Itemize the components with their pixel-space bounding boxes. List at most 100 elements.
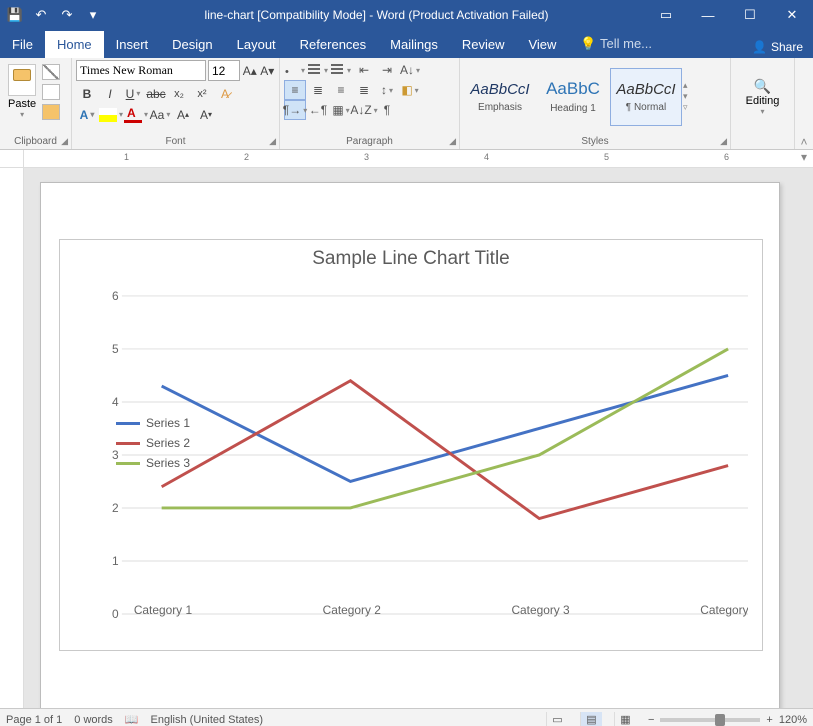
maximize-icon[interactable]: ☐: [729, 0, 771, 30]
zoom-out-icon[interactable]: −: [648, 714, 654, 726]
tab-insert[interactable]: Insert: [104, 31, 161, 58]
status-language[interactable]: English (United States): [151, 714, 264, 726]
tab-design[interactable]: Design: [160, 31, 224, 58]
ltr-button[interactable]: ¶→: [284, 100, 306, 120]
minimize-icon[interactable]: —: [687, 0, 729, 30]
web-layout-icon[interactable]: ▦: [614, 712, 636, 726]
chart-object[interactable]: Sample Line Chart Title 0123456Category …: [59, 239, 763, 651]
svg-text:4: 4: [112, 395, 119, 409]
share-button[interactable]: 👤 Share: [742, 36, 813, 58]
font-launcher-icon[interactable]: ◢: [269, 136, 276, 147]
increase-indent-icon[interactable]: ⇥: [376, 60, 398, 80]
bullets-button[interactable]: [284, 60, 306, 80]
font-color-button[interactable]: [124, 104, 148, 125]
style-name: ¶ Normal: [626, 102, 666, 113]
legend-item: Series 1: [116, 416, 190, 430]
ruler-toggle-icon[interactable]: ▾: [795, 150, 813, 167]
svg-text:Category 3: Category 3: [511, 603, 570, 617]
tab-mailings[interactable]: Mailings: [378, 31, 450, 58]
vertical-ruler[interactable]: [0, 168, 24, 708]
rtl-button[interactable]: ←¶: [307, 100, 329, 120]
tab-file[interactable]: File: [0, 31, 45, 58]
tab-view[interactable]: View: [516, 31, 568, 58]
shrink-font-icon[interactable]: A▾: [260, 61, 276, 81]
tab-home[interactable]: Home: [45, 31, 104, 58]
justify-icon[interactable]: ≣: [353, 80, 375, 100]
style-name: Heading 1: [550, 103, 596, 114]
align-center-icon[interactable]: ≣: [307, 80, 329, 100]
print-layout-icon[interactable]: ▤: [580, 712, 602, 726]
clipboard-launcher-icon[interactable]: ◢: [61, 136, 68, 147]
collapse-ribbon-icon[interactable]: ˄: [795, 58, 813, 149]
paste-button[interactable]: Paste ▾: [4, 60, 40, 119]
font-name-input[interactable]: [76, 60, 206, 81]
align-right-icon[interactable]: ≡: [330, 80, 352, 100]
spellcheck-icon[interactable]: 📖: [125, 713, 139, 726]
redo-icon[interactable]: ↷: [58, 6, 76, 24]
tab-references[interactable]: References: [288, 31, 378, 58]
zoom-control: − + 120%: [648, 714, 807, 726]
ribbon-tabs: File Home Insert Design Layout Reference…: [0, 30, 813, 58]
style-sample: AaBbC: [546, 79, 600, 99]
svg-text:2: 2: [112, 501, 119, 515]
close-icon[interactable]: ✕: [771, 0, 813, 30]
undo-icon[interactable]: ↶: [32, 6, 50, 24]
font-size-input[interactable]: [208, 60, 240, 81]
show-marks-icon[interactable]: ¶: [376, 100, 398, 120]
style-emphasis[interactable]: AaBbCcI Emphasis: [464, 68, 536, 126]
text-effects-icon[interactable]: A: [76, 104, 98, 125]
status-page[interactable]: Page 1 of 1: [6, 714, 62, 726]
tab-review[interactable]: Review: [450, 31, 517, 58]
zoom-slider[interactable]: [660, 718, 760, 722]
svg-text:5: 5: [112, 342, 119, 356]
status-words[interactable]: 0 words: [74, 714, 113, 726]
tell-me[interactable]: 💡 Tell me...: [568, 30, 664, 58]
quick-access-toolbar: 💾 ↶ ↷ ▾: [0, 6, 108, 24]
chart-legend: Series 1Series 2Series 3: [116, 416, 190, 476]
shading-icon[interactable]: ◧: [399, 80, 421, 100]
decrease-indent-icon[interactable]: ⇤: [353, 60, 375, 80]
numbering-button[interactable]: [307, 60, 329, 80]
superscript-button[interactable]: x²: [191, 83, 213, 104]
cut-icon[interactable]: [42, 64, 60, 80]
horizontal-ruler[interactable]: 1 2 3 4 5 6: [24, 150, 795, 167]
subscript-button[interactable]: x₂: [168, 83, 190, 104]
qat-customize-icon[interactable]: ▾: [84, 6, 102, 24]
group-styles: AaBbCcI Emphasis AaBbC Heading 1 AaBbCcI…: [460, 58, 731, 149]
legend-item: Series 3: [116, 456, 190, 470]
line-spacing-icon[interactable]: ↕: [376, 80, 398, 100]
multilevel-button[interactable]: [330, 60, 352, 80]
highlight-button[interactable]: [99, 104, 123, 125]
style-normal[interactable]: AaBbCcI ¶ Normal: [610, 68, 682, 126]
sort2-icon[interactable]: A↓Z: [353, 100, 375, 120]
zoom-in-icon[interactable]: +: [766, 714, 772, 726]
styles-launcher-icon[interactable]: ◢: [720, 136, 727, 147]
sort-icon[interactable]: A↓: [399, 60, 421, 80]
copy-icon[interactable]: [42, 84, 60, 100]
grow-font2-icon[interactable]: A▴: [172, 104, 194, 125]
save-icon[interactable]: 💾: [6, 6, 24, 24]
shrink-font2-icon[interactable]: A▾: [195, 104, 217, 125]
read-mode-icon[interactable]: ▭: [546, 712, 568, 726]
document-scroll[interactable]: Sample Line Chart Title 0123456Category …: [24, 168, 813, 708]
underline-button[interactable]: U: [122, 83, 144, 104]
zoom-level[interactable]: 120%: [779, 714, 807, 726]
style-heading1[interactable]: AaBbC Heading 1: [537, 68, 609, 126]
italic-button[interactable]: I: [99, 83, 121, 104]
tab-layout[interactable]: Layout: [225, 31, 288, 58]
bold-button[interactable]: B: [76, 83, 98, 104]
group-label-font: Font◢: [72, 135, 279, 149]
change-case-button[interactable]: Aa: [149, 104, 171, 125]
clear-format-icon[interactable]: A̷: [214, 83, 236, 104]
ribbon-options-icon[interactable]: ▭: [645, 0, 687, 30]
borders-icon[interactable]: ▦: [330, 100, 352, 120]
align-left-icon[interactable]: ≡: [284, 80, 306, 100]
format-painter-icon[interactable]: [42, 104, 60, 120]
grow-font-icon[interactable]: A▴: [242, 61, 258, 81]
paragraph-launcher-icon[interactable]: ◢: [449, 136, 456, 147]
strike-button[interactable]: abc: [145, 83, 167, 104]
group-editing[interactable]: 🔍 Editing ▾: [731, 58, 795, 149]
chart-title: Sample Line Chart Title: [60, 240, 762, 274]
styles-more-button[interactable]: ▴▾▿: [683, 80, 699, 113]
page: Sample Line Chart Title 0123456Category …: [40, 182, 780, 708]
